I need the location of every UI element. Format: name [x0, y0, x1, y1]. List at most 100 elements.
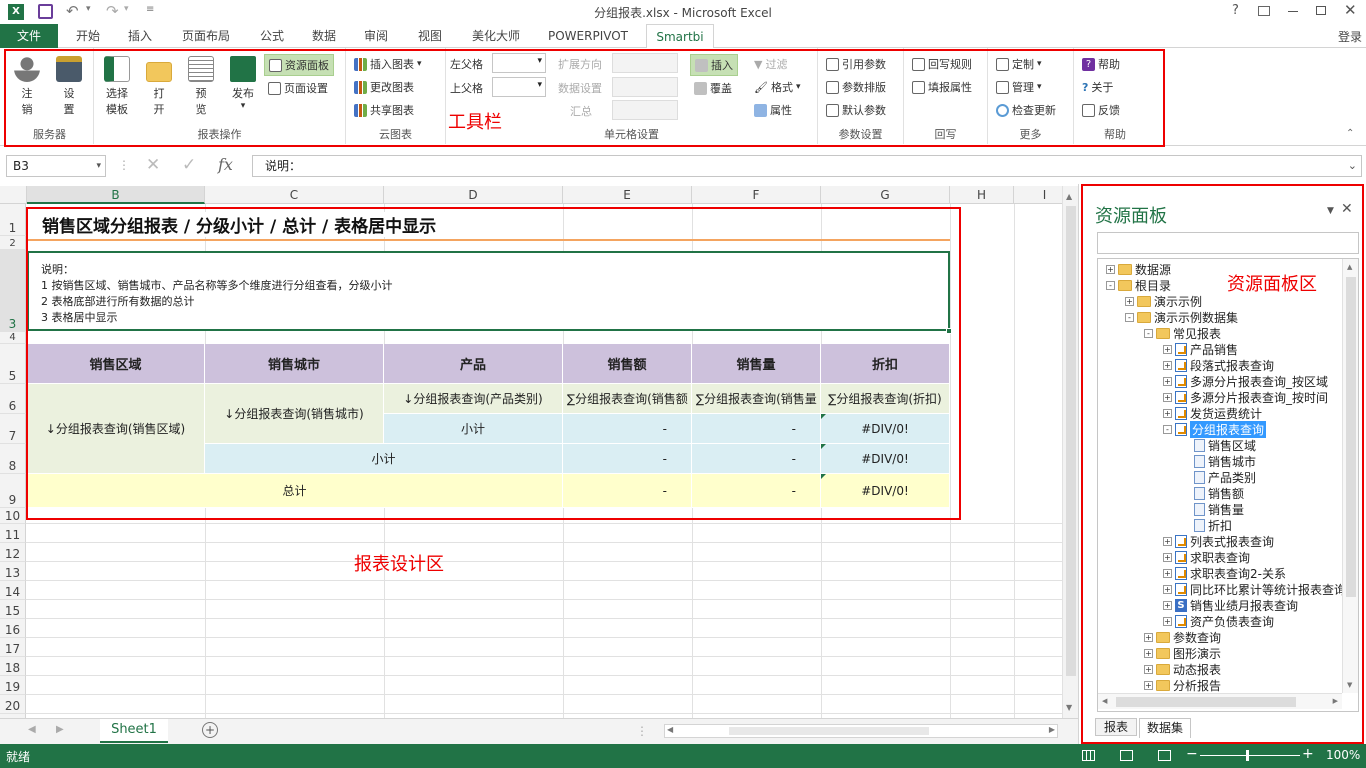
writeback-rules-button[interactable]: 回写规则 — [912, 56, 972, 72]
cell-region-group[interactable]: ↓分组报表查询(销售区域) — [27, 384, 205, 474]
select-all-corner[interactable] — [0, 186, 27, 204]
expand-icon[interactable]: + — [1163, 376, 1172, 386]
tree-item[interactable]: + 多源分片报表查询_按时间 — [1163, 389, 1328, 405]
tab-formulas[interactable]: 公式 — [252, 24, 292, 48]
help-ribbon-button[interactable]: ? 帮助 — [1082, 56, 1120, 72]
tree-item[interactable]: + 分析报告 — [1144, 677, 1221, 693]
header-city[interactable]: 销售城市 — [205, 344, 384, 384]
tree-item[interactable]: + 列表式报表查询 — [1163, 533, 1274, 549]
tab-file[interactable]: 文件 — [0, 24, 58, 48]
restore-icon[interactable] — [1316, 6, 1326, 15]
panel-tab-dataset[interactable]: 数据集 — [1139, 718, 1191, 738]
tree-item[interactable]: 销售额 — [1182, 485, 1244, 501]
panel-options-icon[interactable]: ▼ — [1327, 206, 1334, 216]
zoom-level[interactable]: 100% — [1326, 748, 1360, 762]
col-header-i[interactable]: I — [1014, 186, 1062, 204]
sheet-tab-sheet1[interactable]: Sheet1 — [100, 719, 168, 743]
page-setup-button[interactable]: 页面设置 — [268, 80, 328, 96]
about-button[interactable]: ? 关于 — [1082, 79, 1113, 95]
cell-qty-sum[interactable]: ∑分组报表查询(销售量 — [692, 384, 821, 414]
next-sheet-icon[interactable]: ▶ — [56, 724, 64, 735]
cell-subtotal1-sales[interactable]: - — [563, 414, 692, 444]
cell-total-sales[interactable]: - — [563, 474, 692, 508]
row-header[interactable]: 7 — [0, 414, 26, 444]
tree-item[interactable]: + 资产负债表查询 — [1163, 613, 1274, 629]
header-product[interactable]: 产品 — [384, 344, 563, 384]
name-box[interactable]: B3 ▾ — [6, 155, 106, 177]
share-chart-button[interactable]: 共享图表 — [354, 102, 414, 118]
cell-subtotal2-sales[interactable]: - — [563, 444, 692, 474]
cell-subtotal1-discount[interactable]: #DIV/0! — [821, 414, 950, 444]
filter-button[interactable]: ▼ 过滤 — [754, 56, 787, 72]
settings-button[interactable]: 设 置 — [52, 56, 86, 117]
expand-icon[interactable]: + — [1163, 392, 1172, 402]
page-layout-view-icon[interactable] — [1120, 750, 1133, 761]
tree-item[interactable]: + 图形演示 — [1144, 645, 1221, 661]
horizontal-scrollbar[interactable]: ◀ ▶ — [664, 724, 1058, 738]
left-parent-select[interactable]: ▾ — [492, 53, 546, 73]
col-header-g[interactable]: G — [821, 186, 950, 204]
collapse-icon[interactable]: - — [1144, 328, 1153, 338]
up-parent-select[interactable]: ▾ — [492, 77, 546, 97]
zoom-in-icon[interactable]: + — [1302, 746, 1314, 762]
data-settings-select[interactable] — [612, 77, 678, 97]
add-sheet-icon[interactable]: + — [202, 722, 218, 738]
expand-icon[interactable]: + — [1144, 680, 1153, 690]
expand-icon[interactable]: + — [1163, 552, 1172, 562]
row-header[interactable]: 17 — [0, 638, 26, 657]
panel-tab-report[interactable]: 报表 — [1095, 718, 1137, 736]
header-qty[interactable]: 销售量 — [692, 344, 821, 384]
header-region[interactable]: 销售区域 — [27, 344, 205, 384]
page-break-view-icon[interactable] — [1158, 750, 1171, 761]
cell-subtotal2-qty[interactable]: - — [692, 444, 821, 474]
row-header[interactable]: 3 — [0, 250, 26, 332]
row-header[interactable]: 13 — [0, 562, 26, 581]
expand-icon[interactable]: + — [1163, 600, 1172, 610]
summary-select[interactable] — [612, 100, 678, 120]
tree-item[interactable]: + 求职表查询2-关系 — [1163, 565, 1286, 581]
row-header[interactable]: 2 — [0, 236, 26, 250]
preview-button[interactable]: 预 览 — [184, 56, 218, 117]
expand-icon[interactable]: + — [1144, 664, 1153, 674]
fill-attr-button[interactable]: 填报属性 — [912, 79, 972, 95]
normal-view-icon[interactable] — [1082, 750, 1095, 761]
cancel-icon[interactable]: ✕ — [146, 155, 160, 175]
expand-icon[interactable]: + — [1163, 536, 1172, 546]
check-update-button[interactable]: 检查更新 — [996, 102, 1056, 118]
tab-smartbi[interactable]: Smartbi — [646, 24, 714, 49]
expand-direction-select[interactable] — [612, 53, 678, 73]
col-header-b[interactable]: B — [27, 186, 205, 204]
panel-search-input[interactable] — [1097, 232, 1359, 254]
cell-sales-sum[interactable]: ∑分组报表查询(销售额 — [563, 384, 692, 414]
expand-icon[interactable]: + — [1163, 568, 1172, 578]
expand-icon[interactable]: + — [1163, 344, 1172, 354]
expand-icon[interactable]: + — [1163, 616, 1172, 626]
cell-subtotal1-qty[interactable]: - — [692, 414, 821, 444]
col-header-h[interactable]: H — [950, 186, 1014, 204]
ribbon-display-icon[interactable] — [1258, 6, 1270, 16]
tree-item[interactable]: 折扣 — [1182, 517, 1232, 533]
resource-tree[interactable]: + 数据源 - 根目录 + 演示示例 - 演示示例数据集 - 常见报表 + 产品销售 + 段落式报表查询 +… — [1097, 258, 1359, 712]
spreadsheet-grid[interactable]: B C D E F G H I 1 2 3 4 5 6 7 8 9 10 11 … — [0, 186, 1062, 718]
row-header[interactable]: 20 — [0, 695, 26, 714]
row-header[interactable]: 16 — [0, 619, 26, 638]
tree-item[interactable]: 销售量 — [1182, 501, 1244, 517]
cell-product-group[interactable]: ↓分组报表查询(产品类别) — [384, 384, 563, 414]
tree-horizontal-scrollbar[interactable]: ◀ ▶ — [1098, 693, 1342, 709]
tree-item[interactable]: + S 销售业绩月报表查询 — [1163, 597, 1298, 613]
ref-param-button[interactable]: 引用参数 — [826, 56, 886, 72]
tab-view[interactable]: 视图 — [410, 24, 450, 48]
expand-icon[interactable]: + — [1163, 408, 1172, 418]
cell-discount-sum[interactable]: ∑分组报表查询(折扣) — [821, 384, 950, 414]
enter-icon[interactable]: ✓ — [182, 155, 196, 175]
col-header-f[interactable]: F — [692, 186, 821, 204]
tab-powerpivot[interactable]: POWERPIVOT — [540, 24, 636, 48]
resource-panel-button[interactable]: 资源面板 — [264, 54, 334, 76]
tree-item[interactable]: + 发货运费统计 — [1163, 405, 1262, 421]
prev-sheet-icon[interactable]: ◀ — [28, 724, 36, 735]
tab-insert[interactable]: 插入 — [120, 24, 160, 48]
minimize-icon[interactable] — [1288, 11, 1298, 12]
tree-item[interactable]: + 数据源 — [1106, 261, 1171, 277]
tree-item[interactable]: 销售城市 — [1182, 453, 1256, 469]
row-header[interactable]: 10 — [0, 508, 26, 524]
